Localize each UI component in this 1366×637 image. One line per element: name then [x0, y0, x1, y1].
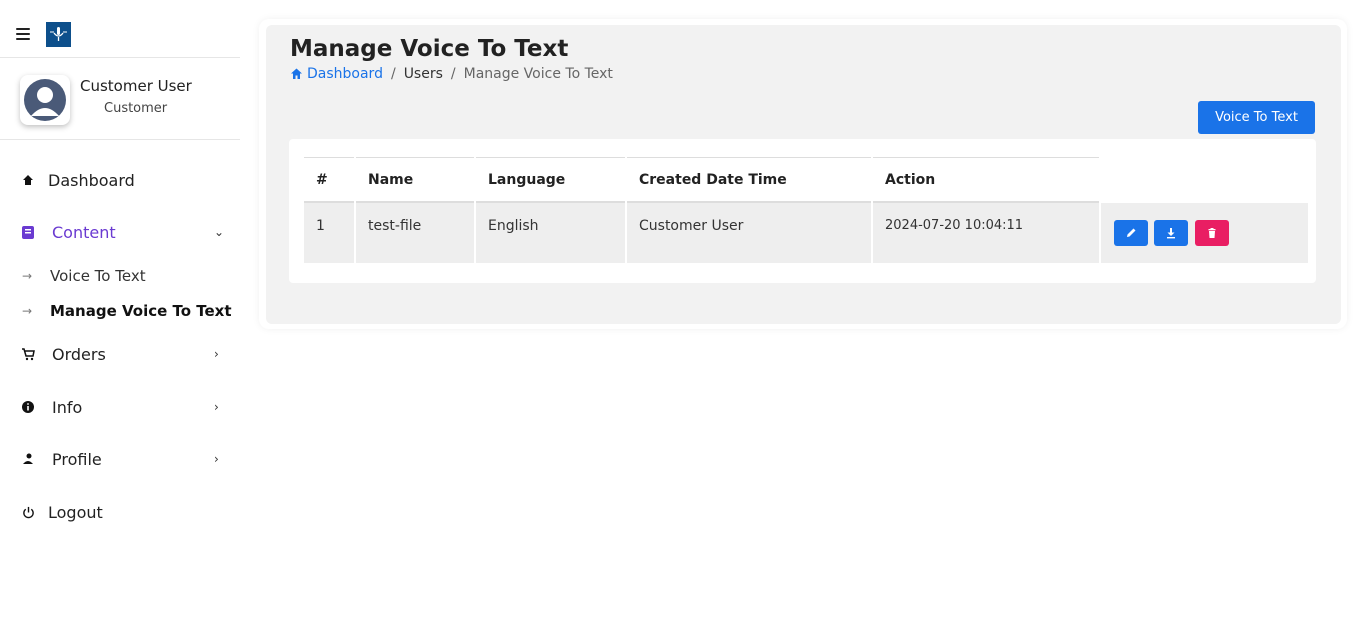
sidebar-header [0, 0, 240, 58]
home-icon [291, 68, 302, 79]
table-row: 1 test-file English Customer User 2024-0… [304, 203, 1308, 263]
sidebar-item-logout[interactable]: Logout [0, 494, 240, 530]
cell-actions [1101, 203, 1308, 263]
info-icon [20, 399, 36, 415]
column-header-name[interactable]: Name [356, 157, 474, 203]
user-name: Customer User [80, 77, 192, 95]
sidebar-item-label: Content [52, 222, 116, 242]
cell-number: 1 [304, 203, 354, 263]
breadcrumb-users-link[interactable]: Users [404, 66, 443, 82]
column-header-spacer [1101, 157, 1308, 203]
user-icon [20, 451, 36, 467]
download-button[interactable] [1154, 220, 1189, 246]
edit-button[interactable] [1114, 220, 1148, 246]
trash-icon [1208, 228, 1216, 238]
arrow-right-icon: → [22, 269, 33, 283]
sidebar-item-orders[interactable]: Orders › [0, 336, 240, 372]
chevron-down-icon: ⌄ [214, 225, 225, 239]
app-logo[interactable] [46, 22, 71, 47]
voice-to-text-button[interactable]: Voice To Text [1198, 101, 1315, 134]
cell-name: test-file [356, 203, 474, 263]
sidebar-item-label: Dashboard [48, 170, 135, 190]
sidebar-item-label: Profile [52, 449, 102, 469]
arrow-right-icon: → [22, 304, 33, 318]
power-icon [20, 504, 36, 520]
download-icon [1167, 228, 1176, 239]
sidebar-item-info[interactable]: Info › [0, 389, 240, 425]
chevron-right-icon: › [214, 400, 219, 414]
pencil-icon [1127, 228, 1136, 237]
sidebar-item-profile[interactable]: Profile › [0, 441, 240, 477]
delete-button[interactable] [1194, 220, 1229, 246]
chevron-right-icon: › [214, 452, 219, 466]
breadcrumb-home-label: Dashboard [307, 66, 383, 82]
sidebar-item-label: Logout [48, 502, 103, 522]
breadcrumb-home-link[interactable]: Dashboard [290, 66, 383, 82]
breadcrumb-separator: / [450, 66, 456, 82]
sidebar-item-dashboard[interactable]: Dashboard [0, 162, 240, 198]
table-header-row: # Name Language Created Date Time Action [304, 157, 1308, 203]
sidebar: Customer User Customer Dashboard Content… [0, 0, 240, 637]
home-icon [20, 172, 36, 188]
breadcrumb-separator: / [390, 66, 396, 82]
column-header-created-date-time[interactable]: Created Date Time [627, 157, 871, 203]
sidebar-subitem-manage-voice-to-text[interactable]: → Manage Voice To Text [0, 297, 240, 325]
chevron-right-icon: › [214, 347, 219, 361]
sidebar-item-label: Orders [52, 344, 106, 364]
cell-datetime: 2024-07-20 10:04:11 [873, 203, 1099, 263]
user-role: Customer [104, 101, 168, 116]
voice-to-text-table: # Name Language Created Date Time Action… [302, 157, 1310, 263]
column-header-action[interactable]: Action [873, 157, 1099, 203]
cart-icon [20, 346, 36, 362]
sidebar-subitem-label: Voice To Text [50, 267, 146, 285]
avatar[interactable] [20, 75, 70, 125]
content-icon [20, 224, 36, 240]
user-profile-block: Customer User Customer [0, 59, 240, 140]
column-header-number[interactable]: # [304, 157, 354, 203]
cell-language: English [476, 203, 625, 263]
cell-created-by: Customer User [627, 203, 871, 263]
column-header-language[interactable]: Language [476, 157, 625, 203]
breadcrumb-current: Manage Voice To Text [463, 66, 613, 82]
page-title: Manage Voice To Text [290, 36, 569, 62]
sidebar-subitem-voice-to-text[interactable]: → Voice To Text [0, 262, 240, 290]
breadcrumb: Dashboard / Users / Manage Voice To Text [290, 66, 613, 82]
sidebar-item-content[interactable]: Content ⌄ [0, 214, 240, 250]
sidebar-item-label: Info [52, 397, 83, 417]
sidebar-subitem-label: Manage Voice To Text [50, 302, 232, 320]
menu-icon[interactable] [16, 28, 30, 40]
